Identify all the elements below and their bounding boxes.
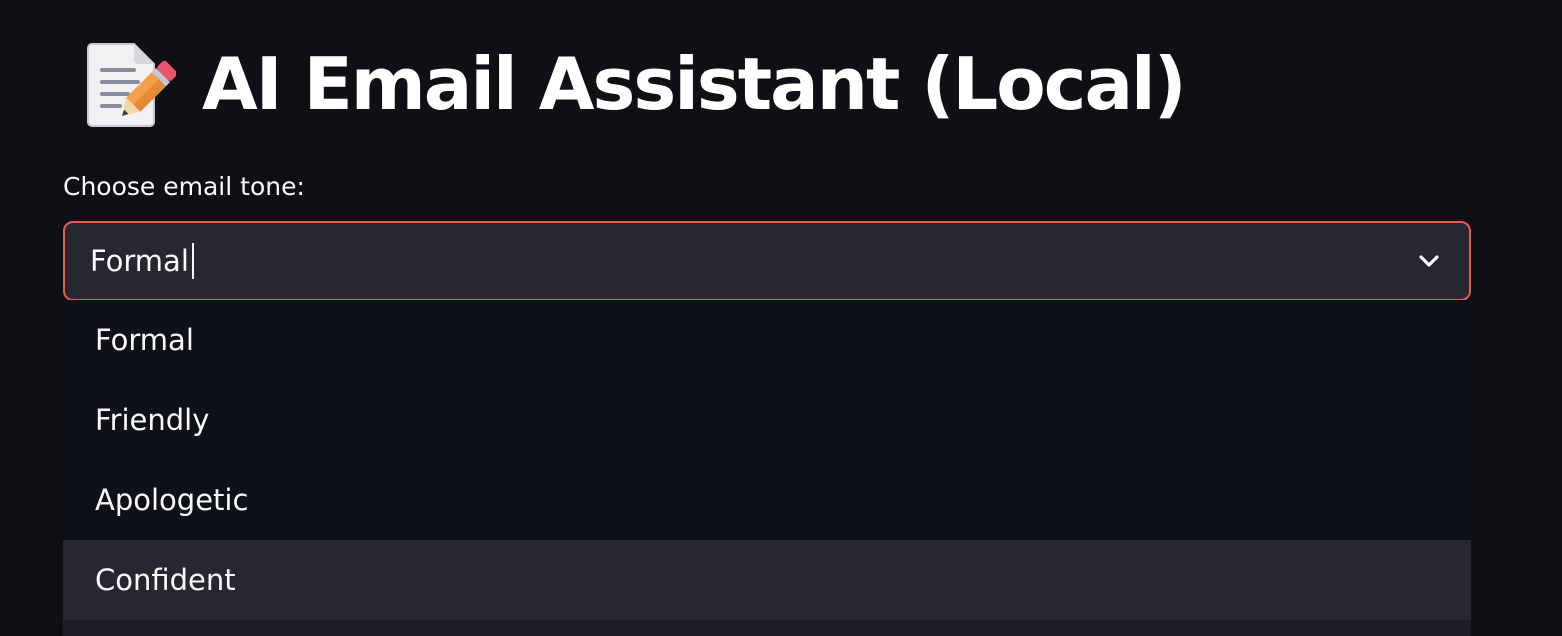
tone-option-confident[interactable]: Confident [63,540,1471,620]
page-title: AI Email Assistant (Local) [202,42,1187,126]
tone-option-formal[interactable]: Formal [63,300,1471,380]
page-header: AI Email Assistant (Local) [84,28,1187,140]
dropdown-scroll-remainder [63,620,1471,636]
tone-dropdown-menu: Formal Friendly Apologetic Confident [63,300,1471,636]
app-root: AI Email Assistant (Local) Choose email … [0,0,1562,636]
tone-option-friendly[interactable]: Friendly [63,380,1471,460]
text-cursor [191,243,194,279]
chevron-down-icon[interactable] [1417,249,1441,273]
memo-pencil-icon [84,38,176,130]
tone-select-value[interactable]: Formal [90,223,194,299]
tone-select[interactable]: Formal [63,221,1471,301]
tone-select-label: Choose email tone: [63,172,305,201]
tone-select-current: Formal [90,244,189,278]
tone-option-apologetic[interactable]: Apologetic [63,460,1471,540]
